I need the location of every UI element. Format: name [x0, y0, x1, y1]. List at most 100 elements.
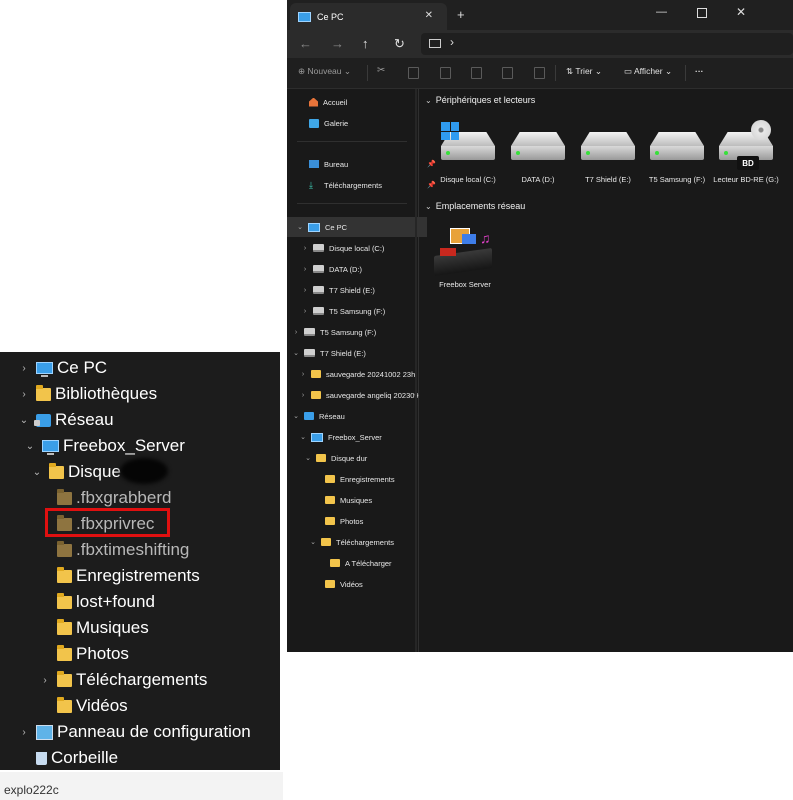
folder-icon	[325, 496, 335, 504]
chevron-right-icon[interactable]: ›	[18, 362, 30, 374]
chevron-down-icon[interactable]: ⌄	[24, 440, 36, 452]
sort-button[interactable]: ⇅ Trier ⌄	[566, 66, 602, 77]
chevron-down-icon[interactable]: ⌄	[18, 414, 30, 426]
up-button[interactable]: ↑	[362, 36, 369, 51]
chevron-down-icon[interactable]: ⌄	[309, 538, 317, 546]
nav-item-galerie[interactable]: Galerie	[287, 113, 440, 133]
pc-icon	[311, 432, 323, 442]
nav-item-telechargements[interactable]: ⤓ Téléchargements 📌	[287, 175, 440, 195]
tree-item-photos[interactable]: Photos	[57, 641, 129, 667]
nav-tree-ce-pc[interactable]: ⌄ Ce PC	[287, 217, 427, 237]
drive-tile-c[interactable]: Disque local (C:)	[433, 122, 503, 197]
view-button[interactable]: ▭ Afficher ⌄	[624, 66, 672, 77]
chevron-right-icon[interactable]: ›	[450, 35, 454, 49]
paste-icon[interactable]	[440, 67, 451, 79]
tree-item-videos[interactable]: Vidéos	[57, 693, 128, 719]
address-input[interactable]: ›	[421, 33, 793, 55]
tree-item-disque[interactable]: ⌄ Disque	[31, 459, 121, 485]
section-title: Périphériques et lecteurs	[435, 95, 536, 105]
chevron-right-icon[interactable]: ›	[39, 674, 51, 686]
tree-item-ce-pc[interactable]: › Ce PC	[18, 355, 107, 381]
nav-item-label: Photos	[340, 516, 364, 526]
new-button[interactable]: ⊕ Nouveau ⌄	[298, 66, 351, 77]
refresh-button[interactable]: ↻	[394, 36, 405, 52]
tree-item-corbeille[interactable]: Corbeille	[36, 745, 118, 770]
close-window-button[interactable]: ✕	[736, 5, 746, 19]
chevron-right-icon[interactable]: ›	[301, 245, 309, 252]
nav-tree-musiques[interactable]: Musiques	[287, 490, 456, 510]
forward-button[interactable]: →	[331, 36, 344, 51]
chevron-right-icon[interactable]: ›	[299, 392, 307, 399]
bd-badge: BD	[737, 156, 759, 170]
nav-tree-enregistrements[interactable]: Enregistrements	[287, 469, 456, 489]
nav-tree-t5-samsung-f[interactable]: › T5 Samsung (F:)	[287, 301, 432, 321]
chevron-down-icon[interactable]: ⌄	[292, 349, 300, 357]
nav-pane-scrollbar[interactable]	[415, 89, 417, 652]
nav-tree-telechargements[interactable]: ⌄ Téléchargements	[287, 532, 440, 552]
nav-tree-reseau[interactable]: ⌄ Réseau	[287, 406, 423, 426]
folder-icon	[311, 370, 321, 378]
nav-item-bureau[interactable]: Bureau 📌	[287, 154, 440, 174]
back-button[interactable]: ←	[299, 36, 312, 51]
nav-tree-disque-dur[interactable]: ⌄ Disque dur	[287, 448, 435, 468]
divider	[297, 203, 407, 204]
chevron-right-icon[interactable]: ›	[18, 726, 30, 738]
nav-item-label: Téléchargements	[324, 180, 382, 190]
section-header-network[interactable]: ⌄ Emplacements réseau	[425, 201, 525, 211]
nav-tree-data-d[interactable]: › DATA (D:)	[287, 259, 432, 279]
nav-tree-sauvegarde-20241002[interactable]: › sauvegarde 20241002 23h	[287, 364, 430, 384]
chevron-down-icon[interactable]: ⌄	[304, 454, 312, 462]
nav-tree-sauvegarde-angeliq[interactable]: › sauvegarde angeliq 202309	[287, 385, 430, 405]
nav-item-accueil[interactable]: Accueil	[287, 92, 440, 112]
more-options-button[interactable]: ···	[695, 66, 704, 76]
tree-item-label: Panneau de configuration	[57, 722, 251, 741]
copy-icon[interactable]	[408, 67, 419, 79]
nav-tree-t7-shield-e-root[interactable]: ⌄ T7 Shield (E:)	[287, 343, 423, 363]
chevron-down-icon: ⌄	[425, 202, 432, 211]
tree-item-telechargements[interactable]: › Téléchargements	[39, 667, 207, 693]
chevron-down-icon[interactable]: ⌄	[31, 466, 43, 478]
chevron-right-icon[interactable]: ›	[301, 287, 309, 294]
tree-item-fbxtimeshifting[interactable]: .fbxtimeshifting	[57, 537, 189, 563]
maximize-button[interactable]	[697, 8, 707, 18]
tree-item-lost-found[interactable]: lost+found	[57, 589, 155, 615]
close-tab-icon[interactable]: ✕	[425, 10, 433, 21]
nav-tree-t5-samsung-f-root[interactable]: › T5 Samsung (F:)	[287, 322, 423, 342]
tree-item-freebox-server[interactable]: ⌄ Freebox_Server	[24, 433, 185, 459]
tree-item-panneau-de-configuration[interactable]: › Panneau de configuration	[18, 719, 251, 745]
tree-item-bibliotheques[interactable]: › Bibliothèques	[18, 381, 157, 407]
drive-tile-e[interactable]: T7 Shield (E:)	[573, 122, 643, 197]
delete-icon[interactable]	[534, 67, 545, 79]
network-tile-freebox-server[interactable]: ♫ Freebox Server	[432, 226, 498, 296]
nav-tree-videos[interactable]: Vidéos	[287, 574, 456, 594]
nav-tree-disque-local-c[interactable]: › Disque local (C:)	[287, 238, 432, 258]
tree-item-reseau[interactable]: ⌄ Réseau	[18, 407, 114, 433]
chevron-right-icon[interactable]: ›	[301, 266, 309, 273]
chevron-down-icon[interactable]: ⌄	[296, 223, 304, 231]
chevron-down-icon[interactable]: ⌄	[292, 412, 300, 420]
nav-item-label: Accueil	[323, 97, 348, 107]
chevron-right-icon[interactable]: ›	[292, 329, 300, 336]
tree-item-enregistrements[interactable]: Enregistrements	[57, 563, 200, 589]
new-tab-button[interactable]: +	[457, 7, 465, 22]
drive-tile-d[interactable]: DATA (D:)	[503, 122, 573, 197]
rename-icon[interactable]	[471, 67, 482, 79]
nav-tree-freebox-server[interactable]: ⌄ Freebox_Server	[287, 427, 430, 447]
sort-label: Trier	[575, 66, 593, 76]
share-icon[interactable]	[502, 67, 513, 79]
section-header-devices[interactable]: ⌄ Périphériques et lecteurs	[425, 95, 535, 105]
chevron-right-icon[interactable]: ›	[18, 388, 30, 400]
nav-tree-photos[interactable]: Photos	[287, 511, 456, 531]
chevron-down-icon[interactable]: ⌄	[299, 433, 307, 441]
drive-tile-f[interactable]: T5 Samsung (F:)	[642, 122, 712, 197]
drive-tile-g[interactable]: BD Lecteur BD-RE (G:)	[711, 120, 781, 197]
chevron-right-icon[interactable]: ›	[299, 371, 307, 378]
tree-item-musiques[interactable]: Musiques	[57, 615, 149, 641]
cut-icon[interactable]: ✂	[377, 65, 385, 76]
tab-ce-pc[interactable]: Ce PC ✕	[290, 3, 447, 30]
minimize-button[interactable]: —	[656, 6, 667, 18]
nav-tree-t7-shield-e[interactable]: › T7 Shield (E:)	[287, 280, 432, 300]
nav-tree-a-telecharger[interactable]: A Télécharger	[287, 553, 461, 573]
disc-icon	[751, 120, 771, 140]
chevron-right-icon[interactable]: ›	[301, 308, 309, 315]
